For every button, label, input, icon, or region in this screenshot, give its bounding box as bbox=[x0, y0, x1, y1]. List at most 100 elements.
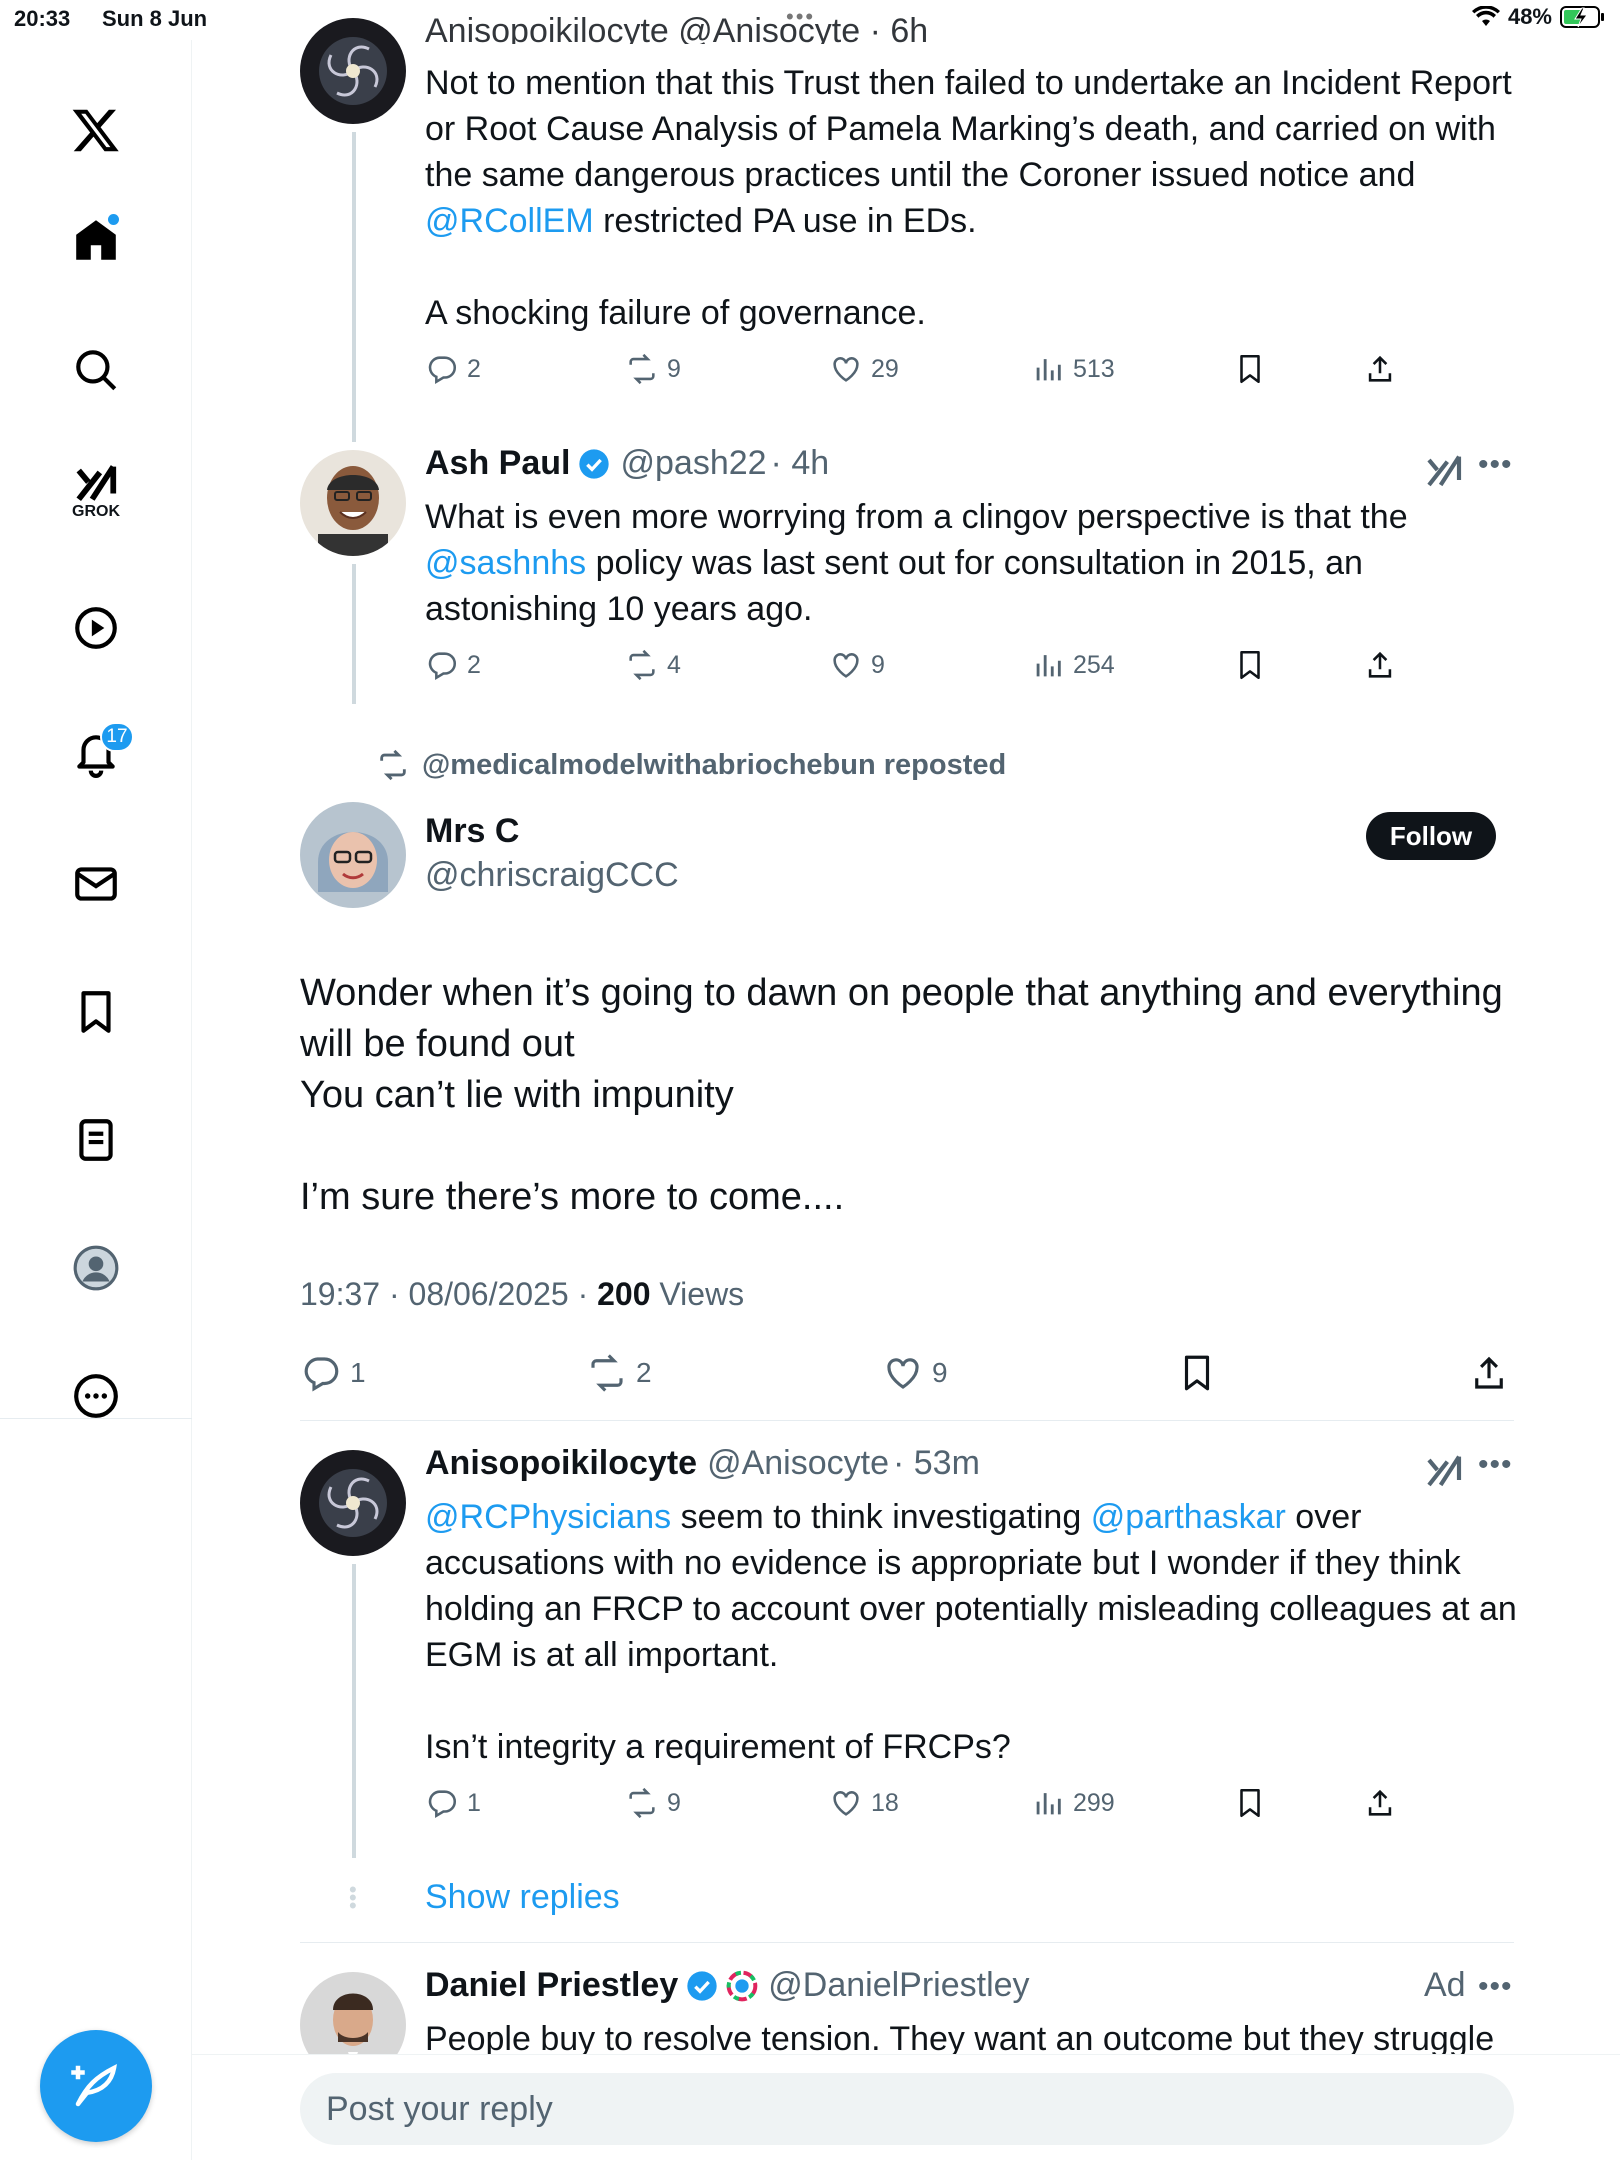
author-name[interactable]: Daniel Priestley bbox=[425, 1966, 678, 2005]
post-text-2: A shocking failure of governance. bbox=[425, 294, 926, 332]
repost-button[interactable]: 9 bbox=[625, 352, 681, 386]
repost-context: @medicalmodelwithabriochebun reposted bbox=[376, 748, 1006, 782]
video-play-icon[interactable] bbox=[56, 588, 136, 668]
mention-link[interactable]: @RCollEM bbox=[425, 202, 594, 240]
repost-icon bbox=[629, 1787, 655, 1819]
reply-icon bbox=[428, 356, 457, 385]
author-handle[interactable]: @Anisocyte bbox=[707, 1444, 889, 1483]
avatar[interactable] bbox=[300, 450, 406, 556]
reply-icon bbox=[304, 1357, 339, 1392]
reposted-by-label[interactable]: @medicalmodelwithabriochebun reposted bbox=[422, 749, 1006, 782]
post-text: Not to mention that this Trust then fail… bbox=[425, 64, 1512, 240]
share-icon bbox=[1475, 1356, 1503, 1389]
messages-envelope-icon[interactable] bbox=[56, 844, 136, 924]
share-button[interactable] bbox=[1468, 1352, 1510, 1394]
more-icon[interactable]: ••• bbox=[1478, 1448, 1513, 1482]
author-name[interactable]: Ash Paul bbox=[425, 444, 570, 483]
divider bbox=[300, 1942, 1514, 1943]
author-name[interactable]: Anisopoikilocyte bbox=[425, 1444, 697, 1483]
reply-button[interactable]: 1 bbox=[300, 1352, 366, 1394]
like-button[interactable]: 9 bbox=[882, 1352, 948, 1394]
bookmark-button[interactable] bbox=[1176, 1352, 1218, 1394]
post-actions: 2 4 9 254 bbox=[425, 648, 1405, 688]
views-chart-icon bbox=[1036, 359, 1061, 381]
grok-label: GROK bbox=[72, 503, 120, 520]
share-icon bbox=[1368, 651, 1392, 678]
repost-button[interactable]: 2 bbox=[586, 1352, 652, 1394]
affiliate-logo-icon bbox=[726, 1970, 758, 2001]
views-button[interactable]: 254 bbox=[1031, 648, 1115, 682]
views-count: 200 bbox=[597, 1276, 651, 1312]
heart-icon bbox=[833, 1791, 859, 1816]
bookmark-button[interactable] bbox=[1233, 352, 1267, 386]
post-text-line3: I’m sure there’s more to come.... bbox=[300, 1176, 845, 1218]
post-time: · 4h bbox=[770, 444, 830, 482]
repost-icon bbox=[380, 749, 406, 781]
bookmarks-icon[interactable] bbox=[56, 972, 136, 1052]
views-label: Views bbox=[650, 1276, 745, 1312]
ad-label: Ad bbox=[1424, 1966, 1466, 2004]
follow-button[interactable]: Follow bbox=[1366, 812, 1496, 860]
post-text-line1: Wonder when it’s going to dawn on people… bbox=[300, 972, 1503, 1065]
more-icon[interactable]: ••• bbox=[1478, 448, 1513, 482]
home-unread-dot bbox=[108, 214, 119, 225]
show-replies-link[interactable]: Show replies bbox=[425, 1878, 620, 1917]
grok-explain-icon[interactable] bbox=[1424, 1450, 1464, 1490]
like-button[interactable]: 29 bbox=[829, 352, 899, 386]
repost-icon bbox=[629, 353, 655, 385]
author-handle[interactable]: @chriscraigCCC bbox=[425, 856, 679, 895]
mention-link[interactable]: @sashnhs bbox=[425, 544, 586, 582]
reply-button[interactable]: 2 bbox=[425, 352, 481, 386]
author-handle[interactable]: @pash22 bbox=[620, 444, 766, 483]
share-button[interactable] bbox=[1363, 352, 1397, 386]
mention-link[interactable]: @parthaskar bbox=[1091, 1498, 1286, 1536]
verified-badge-icon bbox=[687, 1970, 717, 2001]
reply-input[interactable] bbox=[300, 2073, 1514, 2145]
post-text-2: Isn’t integrity a requirement of FRCPs? bbox=[425, 1728, 1011, 1766]
like-button[interactable]: 9 bbox=[829, 648, 885, 682]
lists-icon[interactable] bbox=[56, 1100, 136, 1180]
share-button[interactable] bbox=[1363, 1786, 1397, 1820]
mention-link[interactable]: @RCPhysicians bbox=[425, 1498, 671, 1536]
share-button[interactable] bbox=[1363, 648, 1397, 682]
repost-button[interactable]: 9 bbox=[625, 1786, 681, 1820]
avatar[interactable] bbox=[300, 1450, 406, 1556]
more-options-icon[interactable] bbox=[56, 1356, 136, 1436]
home-icon[interactable] bbox=[56, 200, 136, 280]
like-button[interactable]: 18 bbox=[829, 1786, 899, 1820]
compose-post-button[interactable] bbox=[40, 2030, 152, 2142]
notifications-badge: 17 bbox=[100, 722, 134, 752]
bookmark-icon bbox=[1184, 1355, 1210, 1391]
grok-icon[interactable]: GROK bbox=[56, 450, 136, 530]
repost-button[interactable]: 4 bbox=[625, 648, 681, 682]
status-time: 20:33 bbox=[14, 6, 71, 31]
grok-explain-icon[interactable] bbox=[1424, 450, 1464, 490]
avatar[interactable] bbox=[300, 18, 406, 124]
author-name[interactable]: Mrs C bbox=[425, 812, 519, 851]
views-button[interactable]: 513 bbox=[1031, 352, 1115, 386]
post-text-line2: You can’t lie with impunity bbox=[300, 1074, 734, 1116]
post-actions: 1 2 9 bbox=[300, 1352, 1514, 1392]
thread-line bbox=[352, 1564, 356, 1858]
post-timestamp[interactable]: 19:37 · 08/06/2025 · bbox=[300, 1276, 597, 1312]
bookmark-button[interactable] bbox=[1233, 1786, 1267, 1820]
search-icon[interactable] bbox=[56, 330, 136, 410]
post-text: @RCPhysicians seem to think investigatin… bbox=[425, 1498, 1517, 1674]
reply-button[interactable]: 2 bbox=[425, 648, 481, 682]
share-icon bbox=[1368, 1789, 1392, 1816]
nav-divider bbox=[0, 1418, 192, 1419]
bookmark-icon bbox=[1240, 1788, 1260, 1818]
reply-button[interactable]: 1 bbox=[425, 1786, 481, 1820]
thread-line bbox=[352, 132, 356, 442]
views-button[interactable]: 299 bbox=[1031, 1786, 1115, 1820]
heart-icon bbox=[833, 357, 859, 382]
author-handle[interactable]: @DanielPriestley bbox=[768, 1966, 1029, 2005]
notifications-bell-icon[interactable]: 17 bbox=[56, 714, 136, 794]
verified-badge-icon bbox=[579, 448, 610, 479]
bookmark-button[interactable] bbox=[1233, 648, 1267, 682]
more-icon[interactable]: ••• bbox=[1478, 1970, 1513, 2004]
x-logo-icon[interactable] bbox=[56, 90, 136, 170]
profile-avatar-icon[interactable] bbox=[56, 1228, 136, 1308]
avatar[interactable] bbox=[300, 802, 406, 908]
post-header-partial: Anisopoikilocyte @Anisocyte · 6h bbox=[425, 14, 929, 44]
